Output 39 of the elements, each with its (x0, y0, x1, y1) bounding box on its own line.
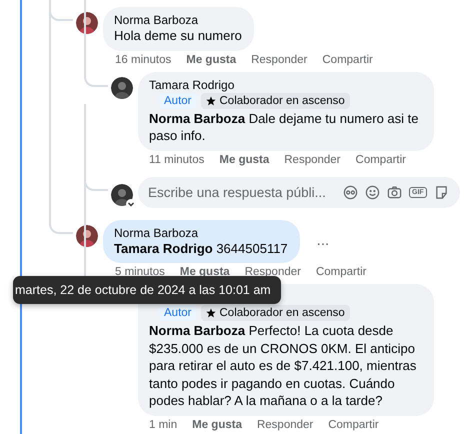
author-badge: Autor (159, 92, 196, 108)
share-link[interactable]: Compartir (356, 154, 406, 166)
tooltip: martes, 22 de octubre de 2024 a las 10:01 am (13, 276, 281, 304)
timestamp-link[interactable]: 16 minutos (115, 54, 172, 66)
emoji-icon[interactable] (365, 184, 380, 200)
badge-label: Colaborador en ascenso (220, 306, 345, 320)
camera-icon[interactable] (387, 184, 402, 200)
reply-link[interactable]: Responder (256, 418, 314, 432)
reply-link[interactable]: Responder (251, 54, 308, 66)
share-link[interactable]: Compartir (328, 418, 379, 432)
reply-text: Norma Barboza Dale dejame tu numero asi te paso info. (149, 110, 420, 144)
avatar (76, 224, 98, 246)
like-link[interactable]: Me gusta (219, 154, 270, 166)
author-name: Norma Barboza (114, 226, 200, 240)
author-name: Norma Barboza (114, 13, 200, 27)
reply-text: Norma Barboza Perfecto! La cuota desde $235.000 es de un CRONOS 0KM. El anticipo para retirar el auto es de $7.421.100, mientras tanto podes ir pagando en cuotas. Cuándo podes hablar? A la mañana o a la tarde? (149, 322, 418, 410)
like-link[interactable]: Me gusta (192, 418, 242, 432)
comment-text: Hola deme su numero (114, 27, 242, 44)
sticker-face-icon[interactable] (343, 184, 358, 200)
more-button[interactable]: ... (312, 232, 334, 248)
badge-label: Colaborador en ascenso (220, 94, 345, 108)
timestamp-link[interactable]: 11 minutos (149, 154, 204, 166)
avatar (111, 76, 133, 98)
timestamp-link[interactable]: 1 min (149, 418, 178, 432)
like-link[interactable]: Me gusta (180, 266, 230, 279)
share-link[interactable]: Compartir (316, 266, 366, 279)
avatar (76, 12, 98, 34)
star-icon (206, 96, 216, 106)
comment-text: Tamara Rodrigo 3644505117 (114, 240, 288, 257)
author-badge: Autor (159, 305, 196, 321)
like-link[interactable]: Me gusta (186, 54, 236, 66)
timestamp-link[interactable]: 5 minutos (115, 266, 165, 279)
reply-link[interactable]: Responder (284, 154, 341, 166)
sticker-icon[interactable] (434, 184, 449, 200)
star-icon (206, 308, 216, 318)
reply-link[interactable]: Responder (244, 266, 301, 279)
author-name: Tamara Rodrigo (149, 78, 236, 92)
share-link[interactable]: Compartir (322, 54, 373, 66)
chevron-icon[interactable] (126, 198, 136, 208)
